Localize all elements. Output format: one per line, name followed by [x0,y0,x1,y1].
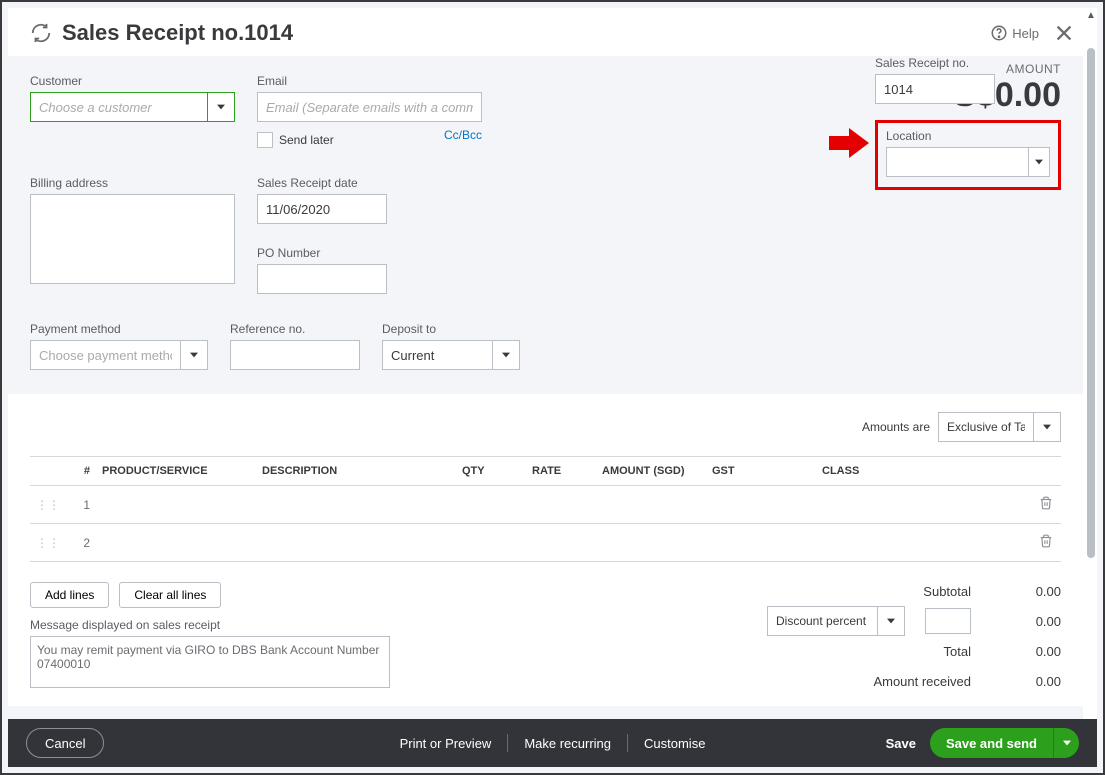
add-lines-button[interactable]: Add lines [30,582,109,608]
row-num: 2 [66,524,96,562]
deposit-to-label: Deposit to [382,322,520,336]
po-label: PO Number [257,246,387,260]
receipt-date-input[interactable] [257,194,387,224]
delete-row-icon[interactable] [1031,524,1061,562]
help-label: Help [1012,26,1039,41]
th-rate: RATE [526,457,596,486]
location-dropdown[interactable] [1028,147,1050,177]
location-label: Location [886,129,1050,143]
table-row[interactable]: ⋮⋮ 2 [30,524,1061,562]
customer-input[interactable] [30,92,207,122]
payment-method-dropdown[interactable] [180,340,208,370]
po-input[interactable] [257,264,387,294]
customer-dropdown[interactable] [207,92,235,122]
scrollbar[interactable]: ▲ ▼ [1083,8,1097,767]
total-value: 0.00 [991,644,1061,659]
close-icon[interactable] [1053,22,1075,44]
billing-address[interactable] [30,194,235,284]
amounts-are-dropdown[interactable] [1033,412,1061,442]
subtotal-value: 0.00 [991,584,1061,599]
discount-dropdown[interactable] [877,606,905,636]
make-recurring-link[interactable]: Make recurring [508,736,627,751]
total-label: Total [944,644,971,659]
row-num: 1 [66,486,96,524]
th-amount: AMOUNT (SGD) [596,457,706,486]
delete-row-icon[interactable] [1031,486,1061,524]
save-button[interactable]: Save [886,736,916,751]
drag-handle-icon[interactable]: ⋮⋮ [30,486,66,524]
cancel-button[interactable]: Cancel [26,728,104,758]
ccbcc-link[interactable]: Cc/Bcc [444,128,482,142]
save-and-send-dropdown[interactable] [1053,728,1079,758]
reference-label: Reference no. [230,322,360,336]
header-bar: Sales Receipt no.1014 Help [8,8,1097,58]
page-title: Sales Receipt no.1014 [62,20,293,46]
email-input[interactable] [257,92,482,122]
drag-handle-icon[interactable]: ⋮⋮ [30,524,66,562]
subtotal-label: Subtotal [923,584,971,599]
table-row[interactable]: ⋮⋮ 1 [30,486,1061,524]
amounts-are-label: Amounts are [862,420,930,434]
message-label: Message displayed on sales receipt [30,618,390,632]
red-arrow-icon [829,126,869,160]
send-later-checkbox[interactable]: Send later [257,132,334,148]
location-highlight-box: Location [875,120,1061,190]
reference-input[interactable] [230,340,360,370]
customise-link[interactable]: Customise [628,736,721,751]
amounts-are-input[interactable] [938,412,1033,442]
payment-method-input[interactable] [30,340,180,370]
receipt-no-label: Sales Receipt no. [875,56,1061,70]
th-qty: QTY [456,457,526,486]
discount-value: 0.00 [991,614,1061,629]
th-num: # [66,457,96,486]
discount-input[interactable] [925,608,971,634]
recurring-icon [30,22,52,44]
clear-all-button[interactable]: Clear all lines [119,582,221,608]
received-label: Amount received [873,674,971,689]
receipt-no-input[interactable] [875,74,995,104]
th-gst: GST [706,457,816,486]
received-value: 0.00 [991,674,1061,689]
print-preview-link[interactable]: Print or Preview [384,736,508,751]
billing-label: Billing address [30,176,235,190]
th-desc: DESCRIPTION [256,457,456,486]
help-button[interactable]: Help [990,24,1039,42]
deposit-to-dropdown[interactable] [492,340,520,370]
line-items-table: # PRODUCT/SERVICE DESCRIPTION QTY RATE A… [30,456,1061,562]
message-input[interactable] [30,636,390,688]
discount-select[interactable] [767,606,877,636]
location-input[interactable] [886,147,1028,177]
deposit-to-input[interactable] [382,340,492,370]
payment-method-label: Payment method [30,322,208,336]
th-class: CLASS [816,457,1031,486]
footer-bar: Cancel Print or Preview Make recurring C… [8,719,1097,767]
save-and-send-button[interactable]: Save and send [930,728,1053,758]
scrollbar-thumb[interactable] [1087,48,1095,558]
customer-label: Customer [30,74,235,88]
receipt-date-label: Sales Receipt date [257,176,387,190]
th-product: PRODUCT/SERVICE [96,457,256,486]
email-label: Email [257,74,482,88]
send-later-label: Send later [279,133,334,147]
